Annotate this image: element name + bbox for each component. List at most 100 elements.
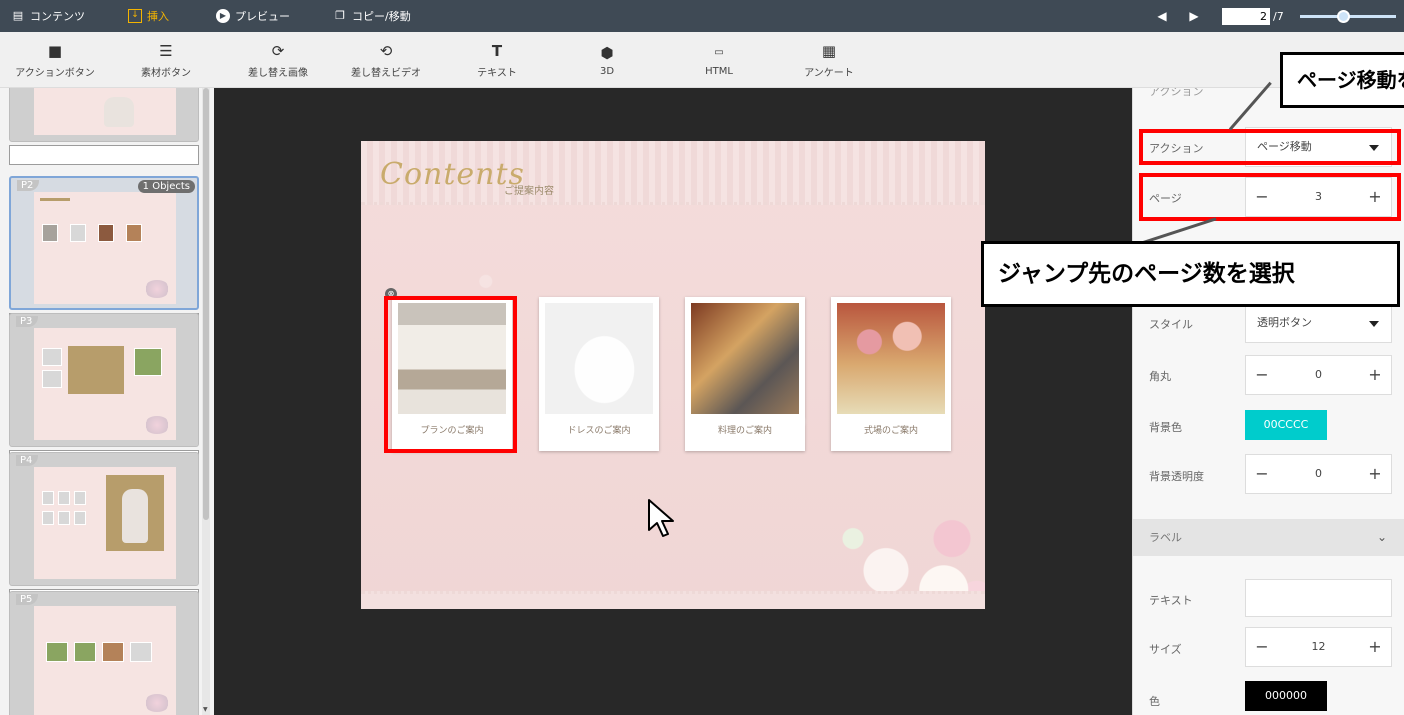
menu-insert-label: 挿入 xyxy=(147,10,169,23)
insert-toolbar: ■ アクションボタン ☰ 素材ボタン ⟳ 差し替え画像 ⟲ 差し替えビデオ T … xyxy=(0,32,1404,88)
replace-video-tool[interactable]: ⟲ 差し替えビデオ xyxy=(351,32,421,88)
material-button-tool[interactable]: ☰ 素材ボタン xyxy=(141,32,191,88)
label-text-input[interactable] xyxy=(1245,579,1392,617)
thumbnail[interactable] xyxy=(9,88,199,142)
document-icon: ▤ xyxy=(12,9,24,22)
card-caption: 式場のご案内 xyxy=(863,426,918,436)
survey-tool[interactable]: ▦ アンケート xyxy=(804,32,854,88)
thumbnail-photo xyxy=(130,642,152,662)
prev-page-icon[interactable]: ◀ xyxy=(1146,9,1178,23)
bgopacity-stepper[interactable]: − + xyxy=(1245,454,1392,494)
thumbnail-photo xyxy=(42,370,62,388)
page-navigator: ◀ ▶ /7 xyxy=(1146,0,1404,32)
menu-preview-label: プレビュー xyxy=(235,10,290,23)
thumbnail-page xyxy=(34,328,176,440)
minus-icon[interactable]: − xyxy=(1246,356,1278,394)
page-thumbnail-list: P2 1 Objects P3 P4 P5 ▼ xyxy=(0,88,214,715)
list-icon: ☰ xyxy=(159,41,173,60)
color-swatch[interactable]: 000000 xyxy=(1245,681,1327,711)
style-select[interactable]: 透明ボタン xyxy=(1245,303,1392,343)
thumbnail-photo xyxy=(74,491,86,505)
thumbnail[interactable]: P3 xyxy=(9,313,199,447)
tool-label: 3D xyxy=(599,65,615,77)
thumbnail[interactable]: P2 1 Objects xyxy=(9,176,199,310)
action-button-tool[interactable]: ■ アクションボタン xyxy=(15,32,95,88)
card-caption: 料理のご案内 xyxy=(717,426,772,436)
bgcolor-swatch[interactable]: 00CCCC xyxy=(1245,410,1327,440)
thumbnail-panel xyxy=(68,346,124,394)
callout-middle: ジャンプ先のページ数を選択 xyxy=(981,241,1400,307)
venue-photo xyxy=(837,303,945,414)
content-card-venue[interactable]: 式場のご案内 xyxy=(831,297,951,451)
zoom-slider-knob[interactable] xyxy=(1337,9,1351,23)
page-thumbnail-p2[interactable]: P2 1 Objects xyxy=(9,176,199,333)
label-section-header[interactable]: ラベル ⌄ xyxy=(1133,519,1404,556)
page-tag: P4 xyxy=(16,455,39,466)
3d-tool[interactable]: ⬢ 3D xyxy=(600,32,614,88)
thumbnail-photo xyxy=(58,511,70,525)
menu-insert[interactable]: ↓ 挿入 xyxy=(128,0,169,32)
editing-canvas: Contents ご提案内容 プランのご案内 ドレスのご案内 料理のご案内 式場… xyxy=(214,88,1132,715)
text-label: テキスト xyxy=(1149,594,1193,607)
thumbnail-photo xyxy=(134,348,162,376)
next-page-icon[interactable]: ▶ xyxy=(1178,9,1210,23)
size-value-input[interactable] xyxy=(1278,628,1359,666)
bgopacity-value-input[interactable] xyxy=(1278,455,1359,493)
plus-icon[interactable]: + xyxy=(1359,455,1391,493)
size-stepper[interactable]: − + xyxy=(1245,627,1392,667)
style-select-value: 透明ボタン xyxy=(1257,316,1312,329)
page-list-scrollbar[interactable]: ▼ xyxy=(202,88,210,715)
tool-label: 差し替え画像 xyxy=(248,67,308,79)
plus-icon[interactable]: + xyxy=(1359,628,1391,666)
radius-value-input[interactable] xyxy=(1278,356,1359,394)
page-name-input[interactable] xyxy=(9,145,199,165)
menu-preview[interactable]: ▶ プレビュー xyxy=(216,0,290,32)
thumbnail-page xyxy=(34,467,176,579)
page-thumbnail-p5[interactable]: P5 xyxy=(9,591,199,715)
radius-stepper[interactable]: − + xyxy=(1245,355,1392,395)
image-swap-icon: ⟳ xyxy=(271,41,285,60)
replace-image-tool[interactable]: ⟳ 差し替え画像 xyxy=(248,32,308,88)
selected-action-button[interactable] xyxy=(384,296,517,453)
plus-icon[interactable]: + xyxy=(1359,356,1391,394)
thumbnail-flower xyxy=(144,280,170,298)
chevron-down-icon: ⌄ xyxy=(1376,530,1387,544)
current-page-input[interactable] xyxy=(1222,7,1270,25)
thumbnail-figure xyxy=(104,97,134,127)
content-card-dress[interactable]: ドレスのご案内 xyxy=(539,297,659,451)
app-window: ▤ コンテンツ ↓ 挿入 ▶ プレビュー ❐ コピー/移動 ◀ ▶ /7 ■ xyxy=(0,0,1404,715)
thumbnail[interactable]: P4 xyxy=(9,452,199,586)
scrollbar-thumb[interactable] xyxy=(203,88,209,520)
page-thumbnail-p4[interactable]: P4 xyxy=(9,452,199,609)
text-icon: T xyxy=(491,41,503,60)
section-title-partial: アクション xyxy=(1149,88,1204,98)
minus-icon[interactable]: − xyxy=(1246,455,1278,493)
thumbnail-card xyxy=(98,224,114,242)
top-menu-bar: ▤ コンテンツ ↓ 挿入 ▶ プレビュー ❐ コピー/移動 ◀ ▶ /7 xyxy=(0,0,1404,32)
thumbnail-photo xyxy=(74,642,96,662)
scroll-down-icon[interactable]: ▼ xyxy=(203,706,208,713)
thumbnail-card xyxy=(70,224,86,242)
page-thumbnail-p3[interactable]: P3 xyxy=(9,313,199,470)
thumbnail[interactable]: P5 xyxy=(9,591,199,715)
thumbnail-photo xyxy=(74,511,86,525)
tool-label: テキスト xyxy=(477,67,517,79)
tool-label: 差し替えビデオ xyxy=(351,67,421,79)
tool-label: HTML xyxy=(705,65,733,77)
square-button-icon: ■ xyxy=(47,41,63,60)
menu-copy-move[interactable]: ❐ コピー/移動 xyxy=(333,0,411,32)
video-swap-icon: ⟲ xyxy=(379,41,393,60)
html-tool[interactable]: ▭ HTML xyxy=(705,32,733,88)
html-icon: ▭ xyxy=(714,46,724,58)
minus-icon[interactable]: − xyxy=(1246,628,1278,666)
slide-page[interactable]: Contents ご提案内容 プランのご案内 ドレスのご案内 料理のご案内 式場… xyxy=(361,141,985,609)
content-card-food[interactable]: 料理のご案内 xyxy=(685,297,805,451)
page-thumbnail-p1[interactable] xyxy=(9,88,199,165)
page-tag: P5 xyxy=(16,594,39,605)
slide-footer xyxy=(361,591,985,609)
zoom-slider[interactable] xyxy=(1300,9,1396,23)
thumbnail-page xyxy=(34,88,176,135)
text-tool[interactable]: T テキスト xyxy=(477,32,517,88)
thumbnail-photo xyxy=(42,491,54,505)
menu-contents[interactable]: ▤ コンテンツ xyxy=(11,0,85,32)
